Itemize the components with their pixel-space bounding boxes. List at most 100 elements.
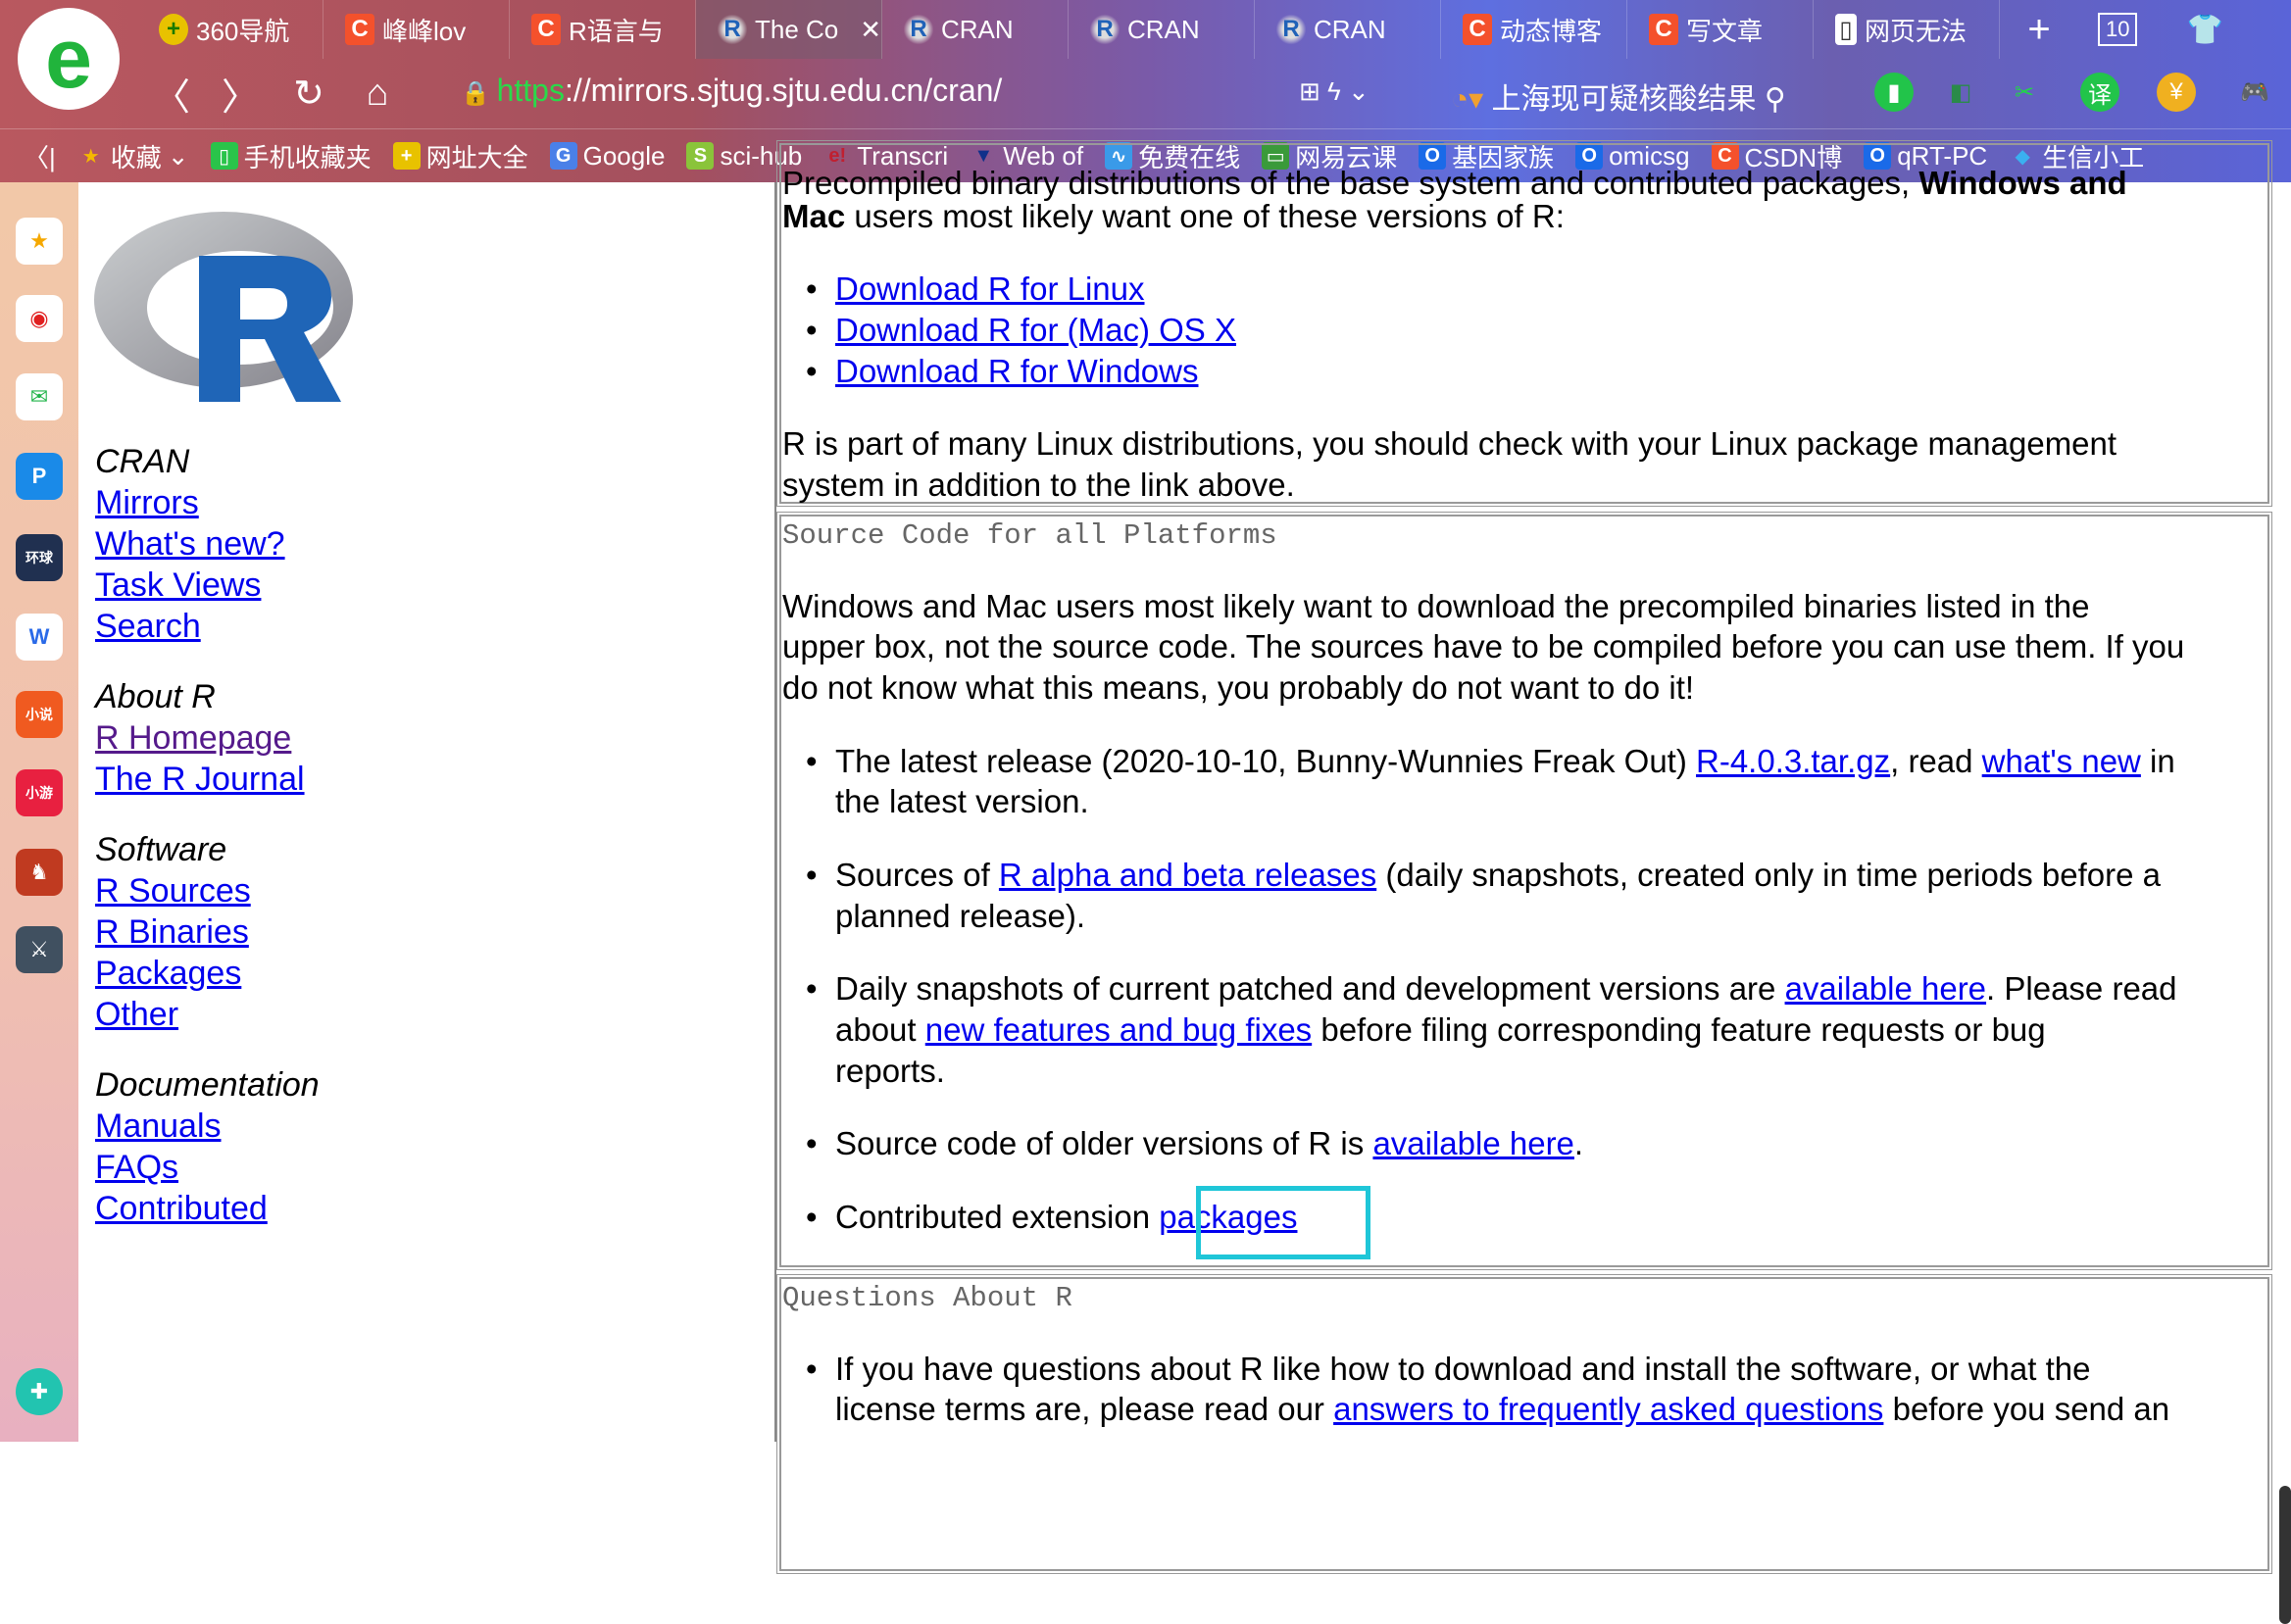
skin-icon[interactable]: 👕 <box>2186 13 2222 47</box>
text-line: the latest version. <box>835 783 1089 819</box>
download-linux-link[interactable]: Download R for Linux <box>835 271 1145 307</box>
nav-link-faqs[interactable]: FAQs <box>95 1149 178 1186</box>
bookmark-label: 网址大全 <box>425 142 528 172</box>
news-icon[interactable]: 环球 <box>16 534 63 581</box>
nav-link-other[interactable]: Other <box>95 996 178 1033</box>
tab-label: The Co <box>755 14 839 44</box>
scrollbar[interactable] <box>2279 1486 2291 1624</box>
search-box[interactable]: ◔▾ 上海现可疑核酸结果 ⚲ <box>1451 74 1786 118</box>
older-versions-link[interactable]: available here <box>1372 1125 1573 1161</box>
back-icon[interactable]: 〈 <box>137 67 206 121</box>
nav-link-manuals[interactable]: Manuals <box>95 1107 222 1145</box>
section-title: Source Code for all Platforms <box>782 519 1277 552</box>
csdn-icon: C <box>1649 14 1678 45</box>
document-icon[interactable]: W <box>16 614 63 661</box>
nav-link-packages[interactable]: Packages <box>95 955 241 992</box>
mail-icon[interactable]: ✉ <box>16 373 63 420</box>
tab-label: 360导航 <box>196 16 290 46</box>
search-icon[interactable]: ⚲ <box>1757 83 1786 116</box>
tab[interactable]: R CRAN <box>1255 0 1441 59</box>
nav-link-task-views[interactable]: Task Views <box>95 566 261 604</box>
weibo-icon[interactable]: ◉ <box>16 295 63 342</box>
search-engine-icon: ◔▾ <box>1451 83 1492 116</box>
nav-link-r-homepage[interactable]: R Homepage <box>95 719 291 757</box>
game-app-icon-3[interactable]: ⚔ <box>16 926 63 973</box>
nav-link-r-sources[interactable]: R Sources <box>95 872 251 910</box>
text-line: do not know what this means, you probabl… <box>782 669 1695 706</box>
reload-icon[interactable]: ↻ <box>274 72 343 116</box>
csdn-icon: C <box>531 14 561 45</box>
home-icon[interactable]: ⌂ <box>343 73 412 115</box>
r-icon: R <box>1276 14 1306 45</box>
tab[interactable]: C 峰峰lov <box>324 0 510 59</box>
text-line: planned release). <box>835 898 1086 934</box>
tab-label: 网页无法 <box>1865 16 1967 46</box>
game-app-icon-2[interactable]: ♞ <box>16 849 63 896</box>
alpha-beta-link[interactable]: R alpha and beta releases <box>999 857 1376 893</box>
text-line: upper box, not the source code. The sour… <box>782 628 2185 664</box>
r-icon: R <box>904 14 933 45</box>
scihub-icon: S <box>686 142 715 170</box>
list-item: The latest release (2020-10-10, Bunny-Wu… <box>806 741 2175 782</box>
r-icon: R <box>718 14 747 45</box>
list-item: If you have questions about R like how t… <box>806 1349 2090 1390</box>
whats-new-link[interactable]: what's new <box>1982 743 2141 779</box>
tab[interactable]: C R语言与 <box>510 0 696 59</box>
bookmark-flag-icon[interactable]: ◧ <box>1941 73 1980 112</box>
cran-navigation: CRAN Mirrors What's new? Task Views Sear… <box>78 182 774 1442</box>
bookmark-favorites[interactable]: ★ 收藏 ⌄ <box>77 138 189 174</box>
google-translate-icon: G <box>549 142 577 170</box>
p-app-icon[interactable]: P <box>16 453 63 500</box>
tab-count-button[interactable]: 10 <box>2098 13 2138 46</box>
bookmark[interactable]: G Google <box>549 141 665 172</box>
file-icon: ▯ <box>1835 14 1857 45</box>
translate-icon[interactable]: 译 <box>2080 73 2119 112</box>
tab[interactable]: C 动态博客 <box>1441 0 1627 59</box>
wallet-icon[interactable]: ¥ <box>2157 73 2196 112</box>
url-field[interactable]: 🔒 https://mirrors.sjtug.sjtu.edu.cn/cran… <box>461 73 1002 109</box>
download-mac-link[interactable]: Download R for (Mac) OS X <box>835 312 1236 348</box>
faq-link[interactable]: answers to frequently asked questions <box>1333 1391 1883 1427</box>
reader-icon[interactable]: ▮ <box>1874 73 1914 112</box>
sidebar-toggle-icon[interactable]: 〈| <box>24 138 56 174</box>
browser-logo-icon[interactable]: e <box>18 8 120 110</box>
nav-link-mirrors[interactable]: Mirrors <box>95 484 199 521</box>
novel-icon[interactable]: 小说 <box>16 691 63 738</box>
game-icon[interactable]: 🎮 <box>2235 73 2274 112</box>
r-icon: R <box>1090 14 1120 45</box>
tab-active[interactable]: R The Co ✕ <box>696 0 882 59</box>
bookmark[interactable]: ▯ 手机收藏夹 <box>210 138 372 174</box>
tab[interactable]: C 写文章 <box>1627 0 1814 59</box>
text-line: license terms are, please read our answe… <box>835 1391 2170 1427</box>
bookmark-label: 收藏 <box>110 142 162 172</box>
tab-label: CRAN <box>1127 14 1200 44</box>
download-windows-link[interactable]: Download R for Windows <box>835 353 1198 389</box>
bookmark[interactable]: + 网址大全 <box>392 138 528 174</box>
favorites-star-icon[interactable]: ★ <box>16 218 63 265</box>
r-tarball-link[interactable]: R-4.0.3.tar.gz <box>1696 743 1890 779</box>
add-app-icon[interactable]: ✚ <box>16 1368 63 1415</box>
tab[interactable]: R CRAN <box>882 0 1069 59</box>
game-app-icon[interactable]: 小游 <box>16 769 63 816</box>
tab[interactable]: +360导航 <box>137 0 324 59</box>
text-line: reports. <box>835 1053 945 1089</box>
list-item: Source code of older versions of R is av… <box>806 1123 1583 1164</box>
nav-link-search[interactable]: Search <box>95 608 201 645</box>
main-content: Precompiled binary distributions of the … <box>774 140 2291 1624</box>
nav-link-r-journal[interactable]: The R Journal <box>95 761 305 798</box>
tab[interactable]: R CRAN <box>1069 0 1255 59</box>
new-tab-button[interactable]: + <box>2000 8 2078 52</box>
qr-icon[interactable]: ⊞ ϟ ⌄ <box>1299 76 1370 107</box>
new-features-link[interactable]: new features and bug fixes <box>925 1011 1312 1048</box>
snapshots-link[interactable]: available here <box>1785 970 1986 1007</box>
nav-link-contributed[interactable]: Contributed <box>95 1190 268 1227</box>
nav-link-r-binaries[interactable]: R Binaries <box>95 913 249 951</box>
360-icon: + <box>392 142 421 170</box>
tab[interactable]: ▯ 网页无法 <box>1814 0 2000 59</box>
close-tab-icon[interactable]: ✕ <box>860 15 881 45</box>
tab-label: CRAN <box>1314 14 1386 44</box>
forward-icon[interactable]: 〉 <box>206 67 274 121</box>
section-title: Questions About R <box>782 1282 1072 1314</box>
nav-link-whats-new[interactable]: What's new? <box>95 525 285 563</box>
screenshot-scissors-icon[interactable]: ✂ <box>2005 73 2044 112</box>
